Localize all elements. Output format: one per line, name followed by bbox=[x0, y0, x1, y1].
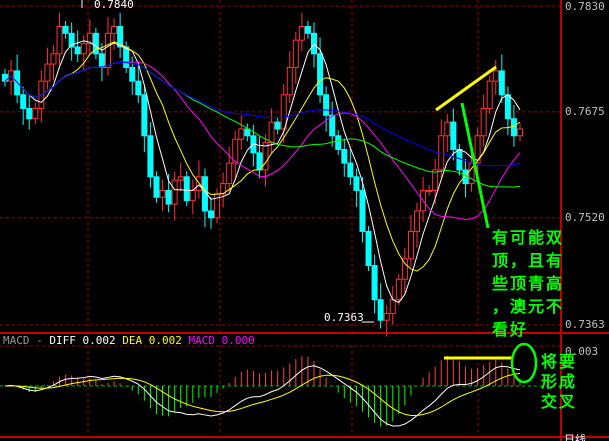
candle-body bbox=[141, 94, 148, 137]
candle-body bbox=[407, 230, 414, 260]
candle-body bbox=[56, 25, 63, 55]
candle-body bbox=[105, 32, 111, 68]
max-price-label: 0.7840 bbox=[94, 0, 134, 11]
dea-value: 0.002 bbox=[148, 334, 182, 347]
candle-body bbox=[177, 176, 184, 181]
candle-body bbox=[44, 63, 51, 82]
note-line: 将要 bbox=[541, 352, 578, 371]
annotation-double-top: 有可能双 顶，且有 些顶青高 ，澳元不 看好 bbox=[492, 226, 572, 341]
candle-body bbox=[153, 176, 160, 198]
macd-name: MACD bbox=[3, 334, 30, 347]
candle-body bbox=[98, 53, 105, 68]
candle-body bbox=[147, 135, 154, 178]
candle-body bbox=[389, 299, 396, 314]
diff-value: 0.002 bbox=[82, 334, 116, 347]
annotation-cross: 将要 形成 交叉 bbox=[541, 352, 591, 412]
candle-body bbox=[432, 169, 439, 191]
candle-body bbox=[426, 189, 433, 192]
chart-canvas bbox=[0, 0, 609, 441]
candle-body bbox=[238, 128, 245, 140]
candle-body bbox=[353, 176, 360, 191]
candle-body bbox=[486, 80, 493, 109]
candle-body bbox=[517, 128, 523, 137]
candle-body bbox=[32, 107, 39, 120]
candle-body bbox=[395, 278, 402, 301]
note-line: 交叉 bbox=[541, 392, 578, 411]
candle-body bbox=[74, 46, 81, 55]
macd-header: MACD - DIFF 0.002 DEA 0.002 MACD 0.000 bbox=[3, 334, 255, 347]
candle-body bbox=[268, 121, 275, 144]
cross-highlight-circle bbox=[510, 342, 538, 384]
candle-body bbox=[311, 32, 317, 55]
candle-body bbox=[335, 135, 342, 150]
ma5-line bbox=[4, 40, 521, 304]
candle-body bbox=[20, 94, 27, 109]
note-line: 有可能双 bbox=[492, 228, 565, 247]
candle-body bbox=[504, 94, 511, 120]
candle-body bbox=[510, 118, 517, 137]
candle-body bbox=[383, 312, 390, 321]
candle-body bbox=[159, 189, 166, 198]
candle-body bbox=[347, 162, 354, 178]
candle-body bbox=[292, 39, 299, 68]
macd-value: 0.000 bbox=[221, 334, 255, 347]
candle-body bbox=[341, 148, 348, 164]
min-price-label: 0.7363 bbox=[324, 311, 364, 324]
price-tick-2: 0.7520 bbox=[565, 211, 605, 224]
candle-body bbox=[189, 189, 196, 202]
candle-body bbox=[286, 66, 293, 96]
candle-body bbox=[165, 189, 172, 205]
candle-body bbox=[135, 80, 142, 96]
note-line: ，澳元不 bbox=[492, 297, 565, 316]
diff-label: DIFF bbox=[49, 334, 76, 347]
macd-label: MACD bbox=[188, 334, 216, 347]
price-tick-0: 0.7830 bbox=[565, 0, 605, 13]
dea-label: DEA bbox=[122, 334, 143, 347]
candle-body bbox=[298, 25, 305, 41]
note-line: 形成 bbox=[541, 372, 578, 391]
candle-body bbox=[183, 176, 190, 202]
candle-body bbox=[323, 94, 330, 116]
forex-chart: 0.7840 0.7363 0.7830 0.7675 0.7520 0.736… bbox=[0, 0, 609, 441]
candle-body bbox=[317, 53, 324, 96]
candle-body bbox=[226, 162, 233, 185]
candle-body bbox=[208, 210, 214, 219]
candle-body bbox=[480, 107, 487, 137]
price-tick-1: 0.7675 bbox=[565, 105, 605, 118]
candle-body bbox=[365, 230, 372, 267]
candle-body bbox=[444, 121, 451, 137]
candle-body bbox=[304, 25, 311, 34]
candle-body bbox=[62, 25, 69, 34]
period-label[interactable]: 日线 bbox=[564, 431, 586, 441]
candle-body bbox=[171, 179, 178, 205]
candle-body bbox=[414, 210, 420, 232]
candle-body bbox=[371, 265, 378, 301]
candle-body bbox=[280, 94, 287, 130]
candle-body bbox=[492, 70, 499, 82]
candle-body bbox=[450, 121, 457, 150]
candle-body bbox=[50, 53, 57, 65]
candle-body bbox=[498, 70, 505, 96]
candle-body bbox=[80, 43, 87, 55]
diff-line bbox=[4, 365, 521, 427]
candle-body bbox=[262, 142, 269, 171]
candle-body bbox=[401, 258, 408, 280]
candle-body bbox=[129, 66, 136, 82]
candle-body bbox=[26, 107, 33, 120]
note-line: 顶，且有 bbox=[492, 251, 565, 270]
candle-body bbox=[274, 121, 281, 130]
candle-body bbox=[123, 46, 130, 68]
dea-line bbox=[4, 372, 521, 417]
candle-body bbox=[329, 114, 336, 137]
note-line: 看好 bbox=[492, 320, 529, 339]
candle-body bbox=[377, 299, 384, 321]
candle-body bbox=[359, 189, 366, 232]
note-line: 些顶青高 bbox=[492, 274, 565, 293]
candle-body bbox=[111, 25, 118, 34]
